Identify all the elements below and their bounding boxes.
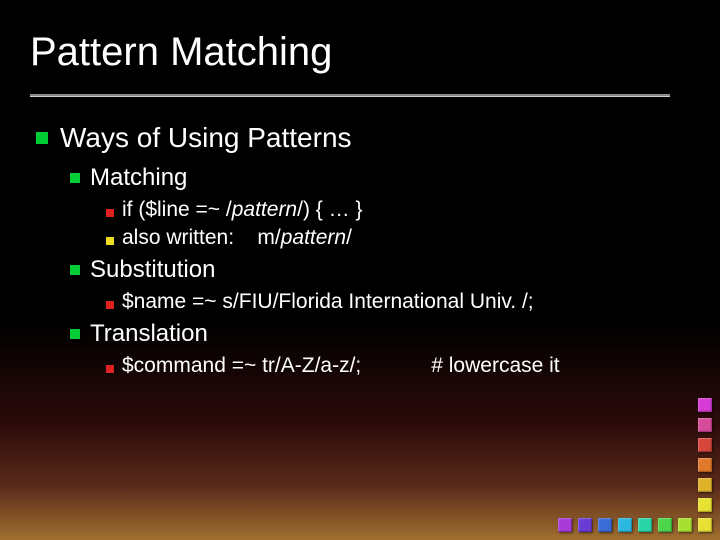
square-bullet-icon	[36, 132, 48, 144]
deco-square-icon	[578, 518, 592, 532]
slide: Pattern Matching Ways of Using Patterns …	[0, 0, 720, 540]
square-bullet-icon	[70, 265, 80, 275]
page-title: Pattern Matching	[30, 30, 332, 75]
bullet-level2: Substitution	[70, 256, 680, 284]
text-pre: also written: m/	[122, 226, 281, 249]
deco-column	[698, 398, 712, 512]
deco-square-icon	[698, 478, 712, 492]
bullet-level3: $command =~ tr/A-Z/a-z/; # lowercase it	[106, 354, 680, 378]
square-bullet-icon	[106, 209, 114, 217]
lvl2-heading: Substitution	[90, 256, 215, 284]
text-italic: pattern	[281, 226, 346, 249]
deco-square-icon	[698, 438, 712, 452]
content-body: Ways of Using Patterns Matching if ($lin…	[36, 118, 680, 382]
square-bullet-icon	[70, 329, 80, 339]
lvl2-heading: Translation	[90, 320, 208, 348]
square-bullet-icon	[106, 237, 114, 245]
text-post: /) { … }	[297, 198, 362, 221]
deco-square-icon	[638, 518, 652, 532]
text-italic: pattern	[232, 198, 297, 221]
deco-square-icon	[678, 518, 692, 532]
deco-square-icon	[598, 518, 612, 532]
deco-square-icon	[658, 518, 672, 532]
lvl1-text: Ways of Using Patterns	[60, 122, 352, 154]
lvl3-text: $name =~ s/FIU/Florida International Uni…	[122, 290, 534, 314]
bullet-level2: Translation	[70, 320, 680, 348]
lvl3-text: also written: m/pattern/	[122, 226, 352, 250]
text-pre: $command =~ tr/A-Z/a-z/;	[122, 354, 361, 377]
deco-square-icon	[698, 458, 712, 472]
square-bullet-icon	[106, 301, 114, 309]
deco-row	[558, 518, 712, 532]
square-bullet-icon	[70, 173, 80, 183]
deco-square-icon	[698, 398, 712, 412]
deco-square-icon	[618, 518, 632, 532]
text-pre: $name =~ s/FIU/Florida International Uni…	[122, 290, 534, 313]
bullet-level3: if ($line =~ /pattern/) { … }	[106, 198, 680, 222]
bullet-level3: also written: m/pattern/	[106, 226, 680, 250]
lvl3-text: if ($line =~ /pattern/) { … }	[122, 198, 362, 222]
deco-square-icon	[698, 418, 712, 432]
deco-square-icon	[698, 498, 712, 512]
bullet-level1: Ways of Using Patterns	[36, 122, 680, 154]
text-pre: if ($line =~ /	[122, 198, 232, 221]
deco-square-icon	[698, 518, 712, 532]
lvl2-heading: Matching	[90, 164, 187, 192]
title-underline	[30, 94, 670, 96]
text-comment: # lowercase it	[431, 354, 559, 378]
deco-square-icon	[558, 518, 572, 532]
bullet-level3: $name =~ s/FIU/Florida International Uni…	[106, 290, 680, 314]
text-post: /	[346, 226, 352, 249]
square-bullet-icon	[106, 365, 114, 373]
lvl3-text: $command =~ tr/A-Z/a-z/; # lowercase it	[122, 354, 560, 378]
bullet-level2: Matching	[70, 164, 680, 192]
